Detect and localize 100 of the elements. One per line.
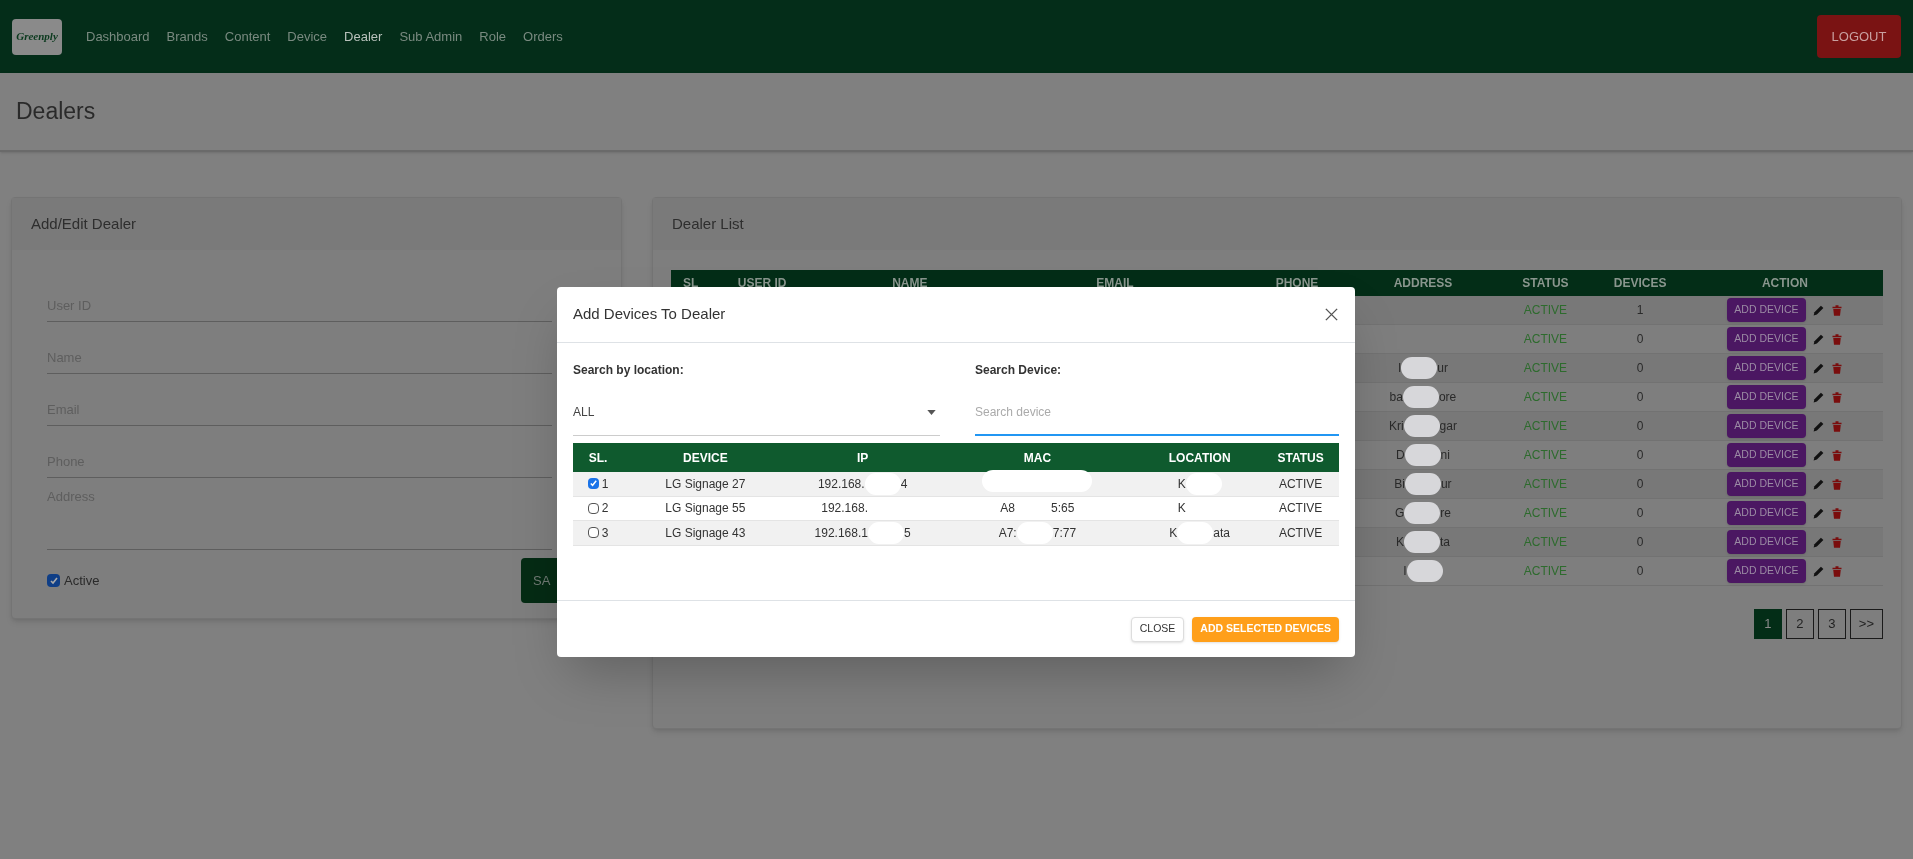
field-label: Search Device: — [975, 362, 1063, 379]
edit-icon[interactable] — [1811, 448, 1825, 462]
greenply-logo[interactable]: Greenply — [12, 18, 62, 55]
status-text: ACTIVE — [1522, 389, 1569, 406]
add-device-button[interactable]: ADD DEVICE — [1727, 530, 1806, 554]
redaction-blob — [1403, 531, 1440, 553]
device-name: LG Signage 43 — [664, 524, 747, 542]
edit-icon[interactable] — [1811, 419, 1825, 433]
delete-icon[interactable] — [1830, 361, 1843, 375]
edit-icon[interactable] — [1811, 506, 1825, 520]
page-button[interactable]: 1 — [1753, 609, 1782, 639]
delete-icon[interactable] — [1830, 506, 1843, 520]
cell-text: G — [1394, 505, 1405, 522]
row-checkbox[interactable] — [587, 478, 599, 490]
device-count: 0 — [1635, 389, 1645, 406]
nav-link[interactable]: Device — [287, 26, 328, 47]
cell-text: 5 — [903, 524, 911, 542]
card-title: Dealer List — [672, 213, 744, 234]
add-device-button[interactable]: ADD DEVICE — [1727, 443, 1806, 467]
add-device-button[interactable]: ADD DEVICE — [1727, 559, 1806, 583]
edit-icon[interactable] — [1811, 477, 1825, 491]
status-text: ACTIVE — [1277, 500, 1324, 518]
status-text: ACTIVE — [1522, 360, 1569, 377]
column-header: ADDRESS — [1392, 275, 1454, 292]
modal-title: Add Devices To Dealer — [573, 304, 726, 325]
nav-link[interactable]: Sub Admin — [399, 26, 463, 47]
edit-icon[interactable] — [1811, 303, 1825, 317]
column-header: LOCATION — [1167, 449, 1232, 467]
edit-icon[interactable] — [1811, 361, 1825, 375]
add-device-button[interactable]: ADD DEVICE — [1727, 414, 1806, 438]
delete-icon[interactable] — [1830, 303, 1843, 317]
device-count: 0 — [1635, 476, 1645, 493]
page-button[interactable]: 3 — [1817, 609, 1846, 639]
delete-icon[interactable] — [1830, 419, 1843, 433]
search-field[interactable]: Search device — [975, 389, 1339, 436]
close-button[interactable]: CLOSE — [1130, 616, 1185, 642]
cell-text: ta — [1439, 534, 1450, 551]
status-text: ACTIVE — [1522, 418, 1569, 435]
add-device-button[interactable]: ADD DEVICE — [1727, 472, 1806, 496]
status-text: ACTIVE — [1522, 476, 1569, 493]
cell-text: ur — [1437, 360, 1448, 377]
cell-text: gar — [1439, 418, 1457, 435]
device-name: LG Signage 55 — [664, 500, 747, 518]
nav-link[interactable]: Content — [224, 26, 271, 47]
edit-icon[interactable] — [1811, 332, 1825, 346]
column-header: EMAIL — [1095, 275, 1135, 292]
cell-text: ata — [1213, 524, 1230, 542]
checkbox-label: Active — [64, 571, 100, 590]
row-checkbox[interactable] — [587, 502, 599, 514]
edit-icon[interactable] — [1811, 564, 1825, 578]
delete-icon[interactable] — [1830, 477, 1843, 491]
delete-icon[interactable] — [1830, 390, 1843, 404]
device-count: 1 — [1635, 302, 1645, 319]
nav-link[interactable]: Dashboard — [86, 26, 150, 47]
page-button[interactable]: >> — [1849, 609, 1883, 639]
add-device-button[interactable]: ADD DEVICE — [1727, 327, 1806, 351]
delete-icon[interactable] — [1830, 448, 1843, 462]
cell-text: 192.168. — [821, 500, 868, 518]
column-header: DEVICE — [682, 449, 729, 467]
row-checkbox[interactable] — [587, 527, 599, 539]
redaction-blob — [1403, 415, 1440, 437]
nav-link[interactable]: Role — [479, 26, 507, 47]
column-header: STATUS — [1521, 275, 1570, 292]
cell-text: K — [1395, 534, 1404, 551]
caret-icon — [927, 409, 936, 415]
delete-icon[interactable] — [1830, 564, 1843, 578]
device-count: 0 — [1635, 360, 1645, 377]
delete-icon[interactable] — [1830, 332, 1843, 346]
cell-text: 5:65 — [1051, 500, 1075, 518]
edit-icon[interactable] — [1811, 390, 1825, 404]
status-text: ACTIVE — [1522, 505, 1569, 522]
column-header: MAC — [1022, 449, 1053, 467]
location-select[interactable]: ALL — [573, 389, 940, 436]
column-header: IP — [855, 449, 870, 467]
delete-icon[interactable] — [1830, 535, 1843, 549]
status-text: ACTIVE — [1522, 534, 1569, 551]
device-count: 0 — [1635, 534, 1645, 551]
device-name: LG Signage 27 — [664, 475, 747, 493]
add-device-button[interactable]: ADD DEVICE — [1727, 356, 1806, 380]
add-device-button[interactable]: ADD DEVICE — [1727, 298, 1806, 322]
cell-text: 7:77 — [1052, 524, 1077, 542]
field-label: Search by location: — [573, 362, 685, 379]
close-icon[interactable] — [1324, 307, 1339, 322]
redaction-blob — [1404, 444, 1441, 466]
column-header: DEVICES — [1612, 275, 1668, 292]
page-button[interactable]: 2 — [1785, 609, 1814, 639]
nav-link[interactable]: Dealer — [344, 26, 383, 47]
redaction-blob — [864, 472, 901, 495]
cell-text: 192.168. — [817, 475, 865, 493]
add-device-button[interactable]: ADD DEVICE — [1727, 385, 1806, 409]
cell-text: I — [1397, 360, 1402, 377]
edit-icon[interactable] — [1811, 535, 1825, 549]
nav-link[interactable]: Orders — [523, 26, 563, 47]
active-checkbox[interactable] — [47, 574, 60, 587]
status-text: ACTIVE — [1522, 563, 1569, 580]
redaction-blob — [1401, 357, 1438, 379]
redaction-blob — [1185, 472, 1222, 495]
add-device-button[interactable]: ADD DEVICE — [1727, 501, 1806, 525]
logout-button[interactable]: LOGOUT — [1817, 15, 1901, 58]
nav-link[interactable]: Brands — [166, 26, 208, 47]
